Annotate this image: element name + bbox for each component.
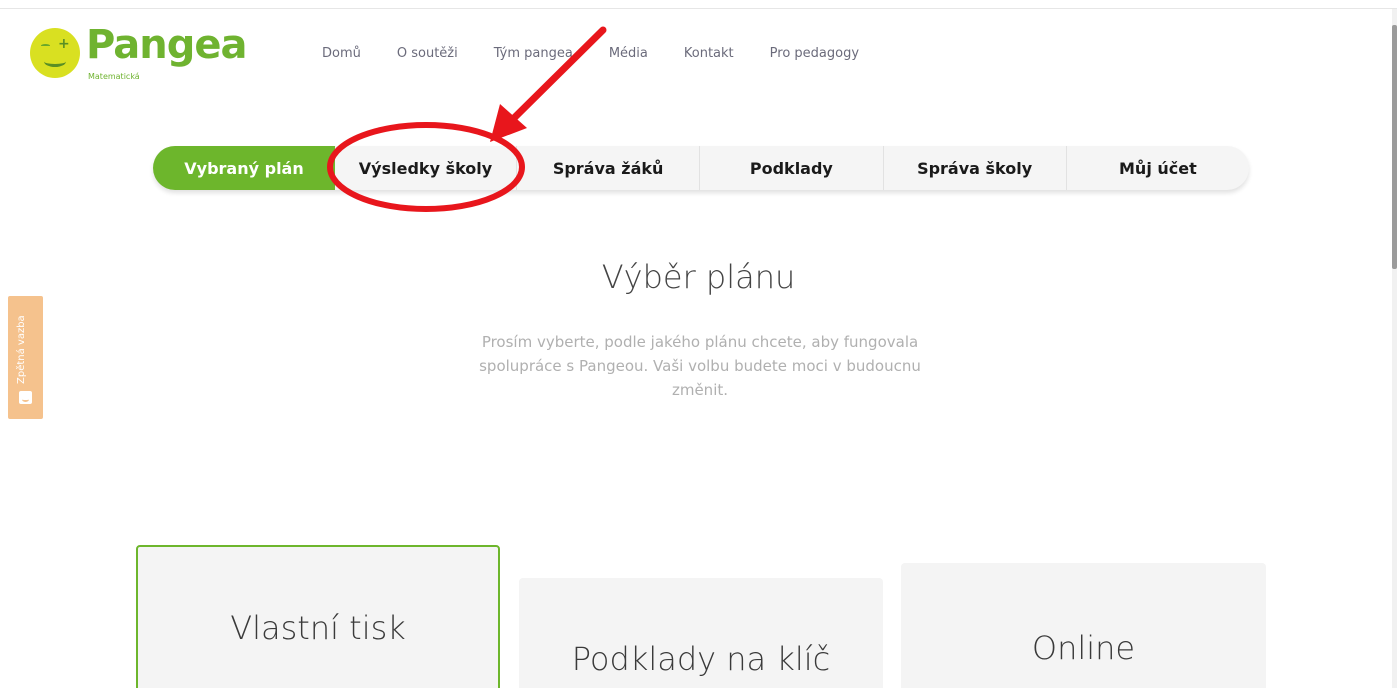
- feedback-smiley-icon: [19, 391, 32, 404]
- plan-card-own-print[interactable]: Vlastní tisk: [136, 545, 500, 688]
- nav-link-contact[interactable]: Kontakt: [684, 46, 734, 61]
- feedback-label: Zpětná vazba: [16, 315, 27, 384]
- plan-card-turnkey[interactable]: Podklady na klíč: [519, 578, 883, 688]
- page-scrollbar[interactable]: [1392, 9, 1397, 688]
- logo-face-icon: +: [30, 28, 80, 78]
- logo-subtitle: Matematická: [88, 72, 140, 81]
- logo-wordmark: Pangea: [86, 22, 247, 68]
- tab-school-management[interactable]: Správa školy: [884, 146, 1067, 190]
- top-navigation: Domů O soutěži Tým pangea Média Kontakt …: [322, 46, 895, 61]
- arrow-shaft: [506, 26, 607, 126]
- tab-school-results[interactable]: Výsledky školy: [335, 146, 517, 190]
- plan-card-title: Podklady na klíč: [571, 640, 831, 678]
- account-tab-bar: Vybraný plán Výsledky školy Správa žáků …: [153, 146, 1249, 190]
- nav-link-media[interactable]: Média: [609, 46, 648, 61]
- nav-link-teachers[interactable]: Pro pedagogy: [770, 46, 859, 61]
- plan-card-title: Online: [1031, 629, 1136, 667]
- page-title: Výběr plánu: [601, 258, 796, 296]
- tab-student-management[interactable]: Správa žáků: [517, 146, 701, 190]
- logo-subtitle-small: soutěž: [168, 74, 185, 80]
- tab-selected-plan[interactable]: Vybraný plán: [153, 146, 335, 190]
- feedback-tab[interactable]: Zpětná vazba: [8, 296, 43, 419]
- plan-card-online[interactable]: Online: [901, 563, 1266, 688]
- tab-materials[interactable]: Podklady: [700, 146, 884, 190]
- nav-link-team[interactable]: Tým pangea: [494, 46, 573, 61]
- page-description: Prosím vyberte, podle jakého plánu chcet…: [479, 333, 921, 399]
- nav-link-home[interactable]: Domů: [322, 46, 361, 61]
- top-divider: [0, 8, 1397, 9]
- tab-my-account[interactable]: Můj účet: [1067, 146, 1249, 190]
- scrollbar-thumb[interactable]: [1392, 25, 1397, 269]
- plan-card-title: Vlastní tisk: [230, 609, 406, 647]
- arrow-head: [490, 104, 527, 142]
- nav-link-about[interactable]: O soutěži: [397, 46, 458, 61]
- pangea-logo[interactable]: + Pangea Matematická soutěž: [30, 22, 247, 84]
